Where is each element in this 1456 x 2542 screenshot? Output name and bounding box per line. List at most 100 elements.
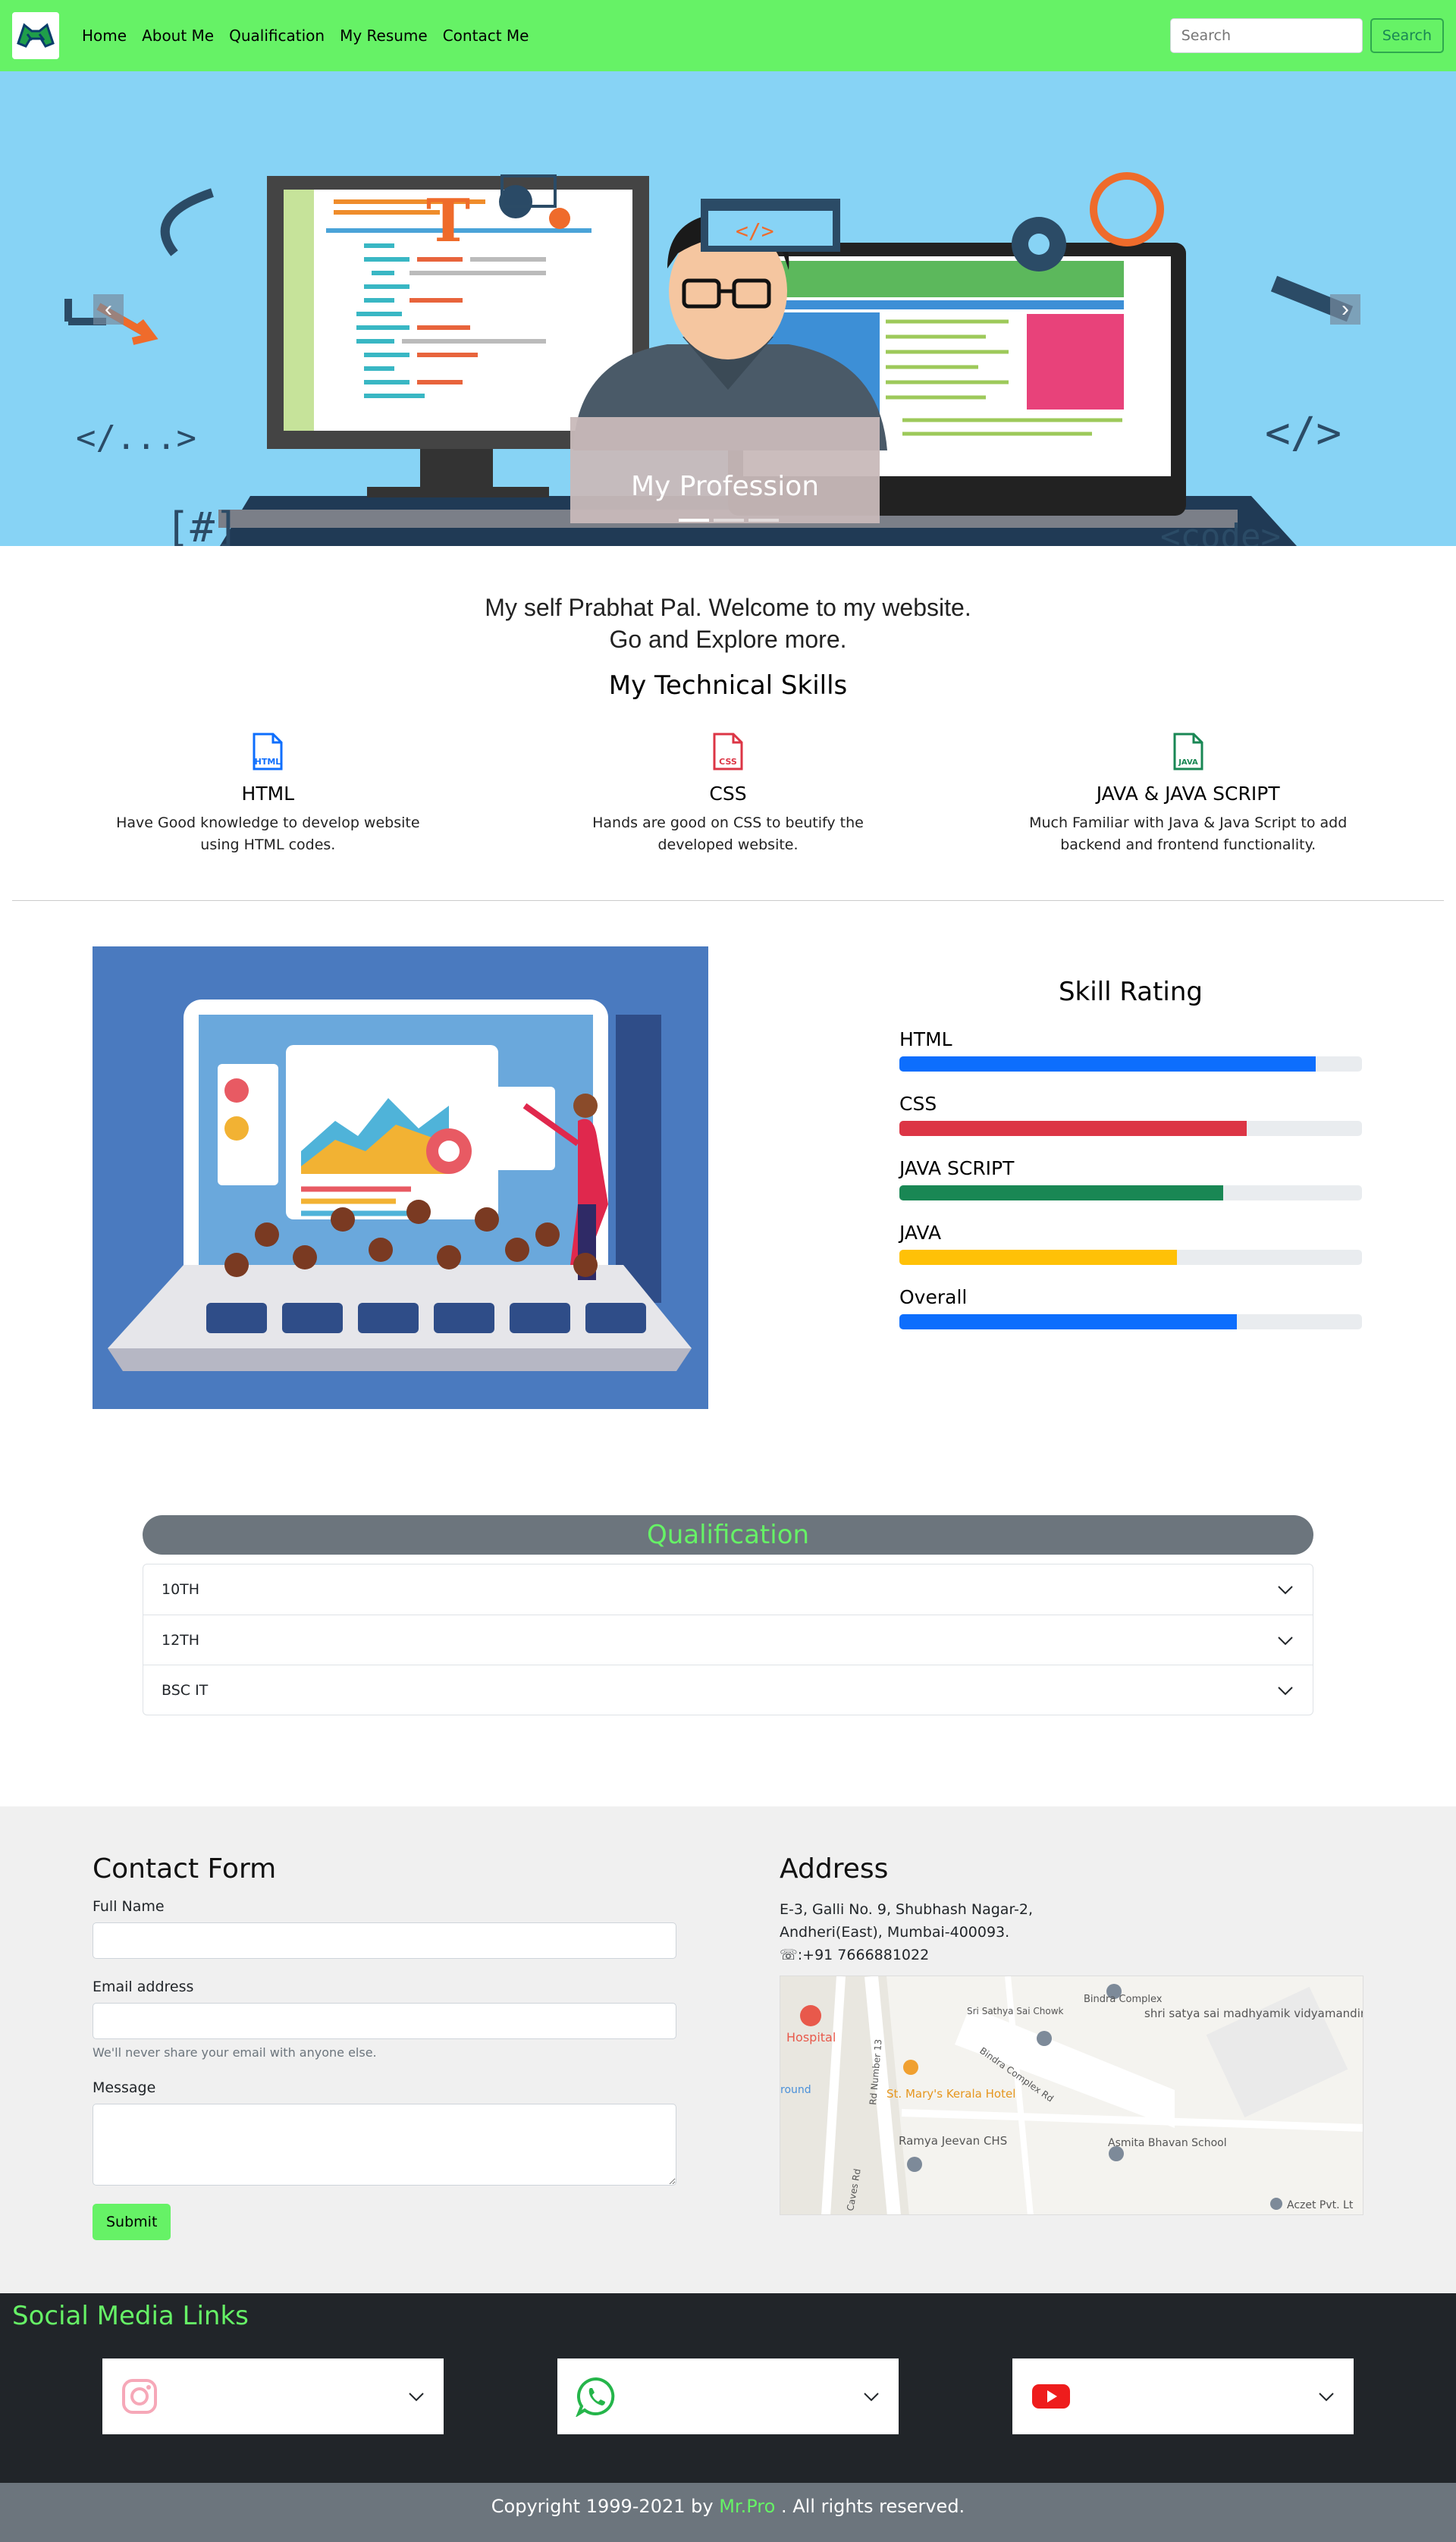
hero-carousel: </...> [#] T </> </> <code> ‹ › My Profe… xyxy=(0,71,1456,546)
social-cards xyxy=(12,2331,1444,2434)
skill-bar-css: CSS xyxy=(899,1093,1362,1136)
svg-text:</>: </> xyxy=(1265,409,1341,458)
progress-track xyxy=(899,1185,1362,1200)
chevron-down-icon xyxy=(864,2393,879,2402)
progress-track xyxy=(899,1314,1362,1329)
address-line-1: E-3, Galli No. 9, Shubhash Nagar-2, xyxy=(780,1901,1034,1918)
email-input[interactable] xyxy=(93,2003,676,2039)
qualification-title: Qualification xyxy=(143,1515,1313,1555)
accordion-item-bsc-it[interactable]: BSC IT xyxy=(143,1665,1313,1715)
svg-text:T: T xyxy=(426,187,470,256)
accordion-label: 10TH xyxy=(162,1581,200,1598)
skill-description: Have Good knowledge to develop website u… xyxy=(116,814,420,853)
skill-bar-html: HTML xyxy=(899,1028,1362,1072)
svg-text:Sri Sathya Sai Chowk: Sri Sathya Sai Chowk xyxy=(967,2006,1064,2016)
nav-my-resume[interactable]: My Resume xyxy=(340,27,428,45)
qualification-section: Qualification 10TH 12TH BSC IT xyxy=(0,1464,1456,1806)
chevron-down-icon xyxy=(409,2393,424,2402)
address-line-2: Andheri(East), Mumbai-400093. xyxy=(780,1924,1010,1941)
progress-track xyxy=(899,1250,1362,1265)
full-name-label: Full Name xyxy=(93,1898,165,1915)
presentation-svg xyxy=(108,1000,692,1371)
skill-rating-title: Skill Rating xyxy=(1058,977,1203,1007)
presentation-illustration xyxy=(93,946,708,1409)
rights-text: . All rights reserved. xyxy=(780,2496,965,2517)
phone-number: :+91 7666881022 xyxy=(797,1947,930,1963)
svg-text:Asmita Bhavan School: Asmita Bhavan School xyxy=(1108,2137,1227,2149)
svg-text:HTML: HTML xyxy=(255,757,281,767)
nav-about-me[interactable]: About Me xyxy=(142,27,214,45)
nav-home[interactable]: Home xyxy=(82,27,127,45)
svg-text:JAVA: JAVA xyxy=(1178,758,1198,767)
instagram-icon xyxy=(122,2379,157,2414)
svg-text:Bindra Complex: Bindra Complex xyxy=(1084,1994,1163,2005)
embedded-map[interactable]: Hospital Sri Sathya Sai Chowk Bindra Com… xyxy=(780,1976,1363,2215)
full-name-input[interactable] xyxy=(93,1922,676,1959)
search-button[interactable]: Search xyxy=(1370,18,1444,53)
brand-logo[interactable] xyxy=(12,12,59,59)
accordion-label: 12TH xyxy=(162,1631,200,1649)
progress-fill xyxy=(899,1314,1238,1329)
social-media-section: Social Media Links xyxy=(0,2293,1456,2483)
skill-bars: HTML CSS JAVA SCRIPT JAVA Overall xyxy=(899,1028,1362,1329)
svg-text:St. Mary's Kerala Hotel: St. Mary's Kerala Hotel xyxy=(886,2087,1015,2101)
contact-form: Contact Form Full Name Email address We'… xyxy=(93,1853,676,2293)
carousel-indicator-3[interactable] xyxy=(748,519,779,522)
carousel-next-button[interactable]: › xyxy=(1330,294,1360,325)
caption-text: My Profession xyxy=(630,471,820,502)
chevron-down-icon xyxy=(1278,1586,1293,1595)
address-block: Address E-3, Galli No. 9, Shubhash Nagar… xyxy=(780,1853,1363,2293)
welcome-line-1: My self Prabhat Pal. Welcome to my websi… xyxy=(485,594,971,621)
progress-fill xyxy=(899,1121,1247,1136)
accordion-item-10th[interactable]: 10TH xyxy=(143,1564,1313,1615)
message-label: Message xyxy=(93,2079,156,2096)
carousel-indicator-1[interactable] xyxy=(679,519,709,522)
contact-form-title: Contact Form xyxy=(93,1853,277,1885)
social-card-youtube[interactable] xyxy=(1012,2358,1354,2434)
svg-text:</...>: </...> xyxy=(76,419,196,457)
message-textarea[interactable] xyxy=(93,2104,676,2186)
nav-qualification[interactable]: Qualification xyxy=(229,27,325,45)
skill-title: CSS xyxy=(709,783,747,805)
skill-title: JAVA & JAVA SCRIPT xyxy=(1096,783,1280,805)
skill-bar-java: JAVA xyxy=(899,1222,1362,1265)
html-file-icon: HTML xyxy=(253,733,283,770)
footer: Copyright 1999-2021 by Mr.Pro . All righ… xyxy=(0,2483,1456,2542)
submit-button[interactable]: Submit xyxy=(93,2204,171,2240)
skill-card-html: HTML HTML Have Good knowledge to develop… xyxy=(38,733,498,856)
chevron-down-icon xyxy=(1278,1686,1293,1695)
chevron-right-icon: › xyxy=(1341,297,1349,322)
address-title: Address xyxy=(780,1853,889,1885)
controller-logo-icon xyxy=(17,23,55,48)
social-card-whatsapp[interactable] xyxy=(557,2358,899,2434)
footer-brand-link[interactable]: Mr.Pro xyxy=(719,2496,775,2517)
skill-rating-section: Skill Rating HTML CSS JAVA SCRIPT JAVA O… xyxy=(0,901,1456,1464)
svg-text:Hospital: Hospital xyxy=(786,2030,836,2045)
progress-track xyxy=(899,1121,1362,1136)
youtube-icon xyxy=(1032,2384,1070,2409)
carousel-indicators xyxy=(679,519,779,522)
carousel-caption: My Profession xyxy=(570,417,880,523)
chevron-left-icon: ‹ xyxy=(105,297,112,322)
svg-text:[#]: [#] xyxy=(165,504,240,546)
skills-row: HTML HTML Have Good knowledge to develop… xyxy=(0,733,1456,856)
navbar: Home About Me Qualification My Resume Co… xyxy=(0,0,1456,71)
skill-card-css: CSS CSS Hands are good on CSS to beutify… xyxy=(498,733,959,856)
skill-rating-panel: Skill Rating HTML CSS JAVA SCRIPT JAVA O… xyxy=(899,946,1362,1464)
carousel-prev-button[interactable]: ‹ xyxy=(93,294,124,325)
search-input[interactable] xyxy=(1169,18,1363,53)
social-title: Social Media Links xyxy=(12,2301,249,2331)
bar-label: JAVA SCRIPT xyxy=(899,1157,1015,1179)
bar-label: HTML xyxy=(899,1028,952,1050)
welcome-line-2: Go and Explore more. xyxy=(609,626,847,653)
bar-label: JAVA xyxy=(899,1222,942,1244)
bar-label: CSS xyxy=(899,1093,937,1115)
accordion-label: BSC IT xyxy=(162,1681,209,1699)
nav-contact-me[interactable]: Contact Me xyxy=(443,27,529,45)
skill-description: Hands are good on CSS to beutify the dev… xyxy=(592,814,864,853)
accordion-item-12th[interactable]: 12TH xyxy=(143,1615,1313,1665)
java-file-icon: JAVA xyxy=(1173,733,1203,770)
progress-track xyxy=(899,1056,1362,1072)
social-card-instagram[interactable] xyxy=(102,2358,444,2434)
carousel-indicator-2[interactable] xyxy=(714,519,744,522)
